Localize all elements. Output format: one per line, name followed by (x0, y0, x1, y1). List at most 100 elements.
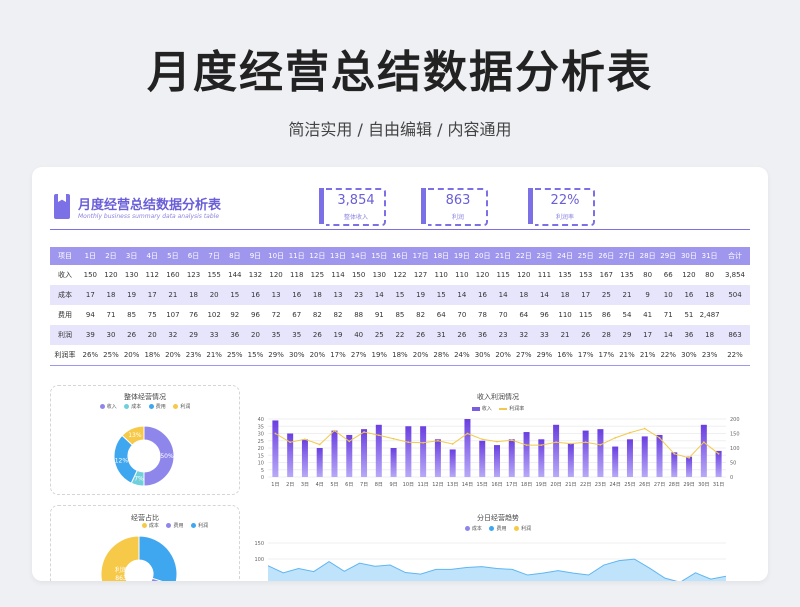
y2-tick-label: 0 (730, 475, 733, 481)
bar (464, 419, 471, 477)
income-combo-chart: 40353025201510502001501005001日 2日 3日 4日 5日 6日… (258, 417, 740, 488)
kpi-margin: 22% 利润率 (528, 188, 598, 226)
kpi-margin-value: 22% (550, 193, 580, 208)
table-cell: 18 (513, 285, 535, 305)
table-cell: 20% (307, 345, 328, 366)
table-cell: 30% (472, 345, 493, 366)
line-point (658, 436, 661, 439)
x-tick-label: 30日 (698, 482, 709, 488)
table-cell: 15 (430, 285, 452, 305)
column-header: 1日 (80, 247, 101, 265)
x-tick-label: 28日 (669, 482, 680, 488)
table-cell: 费用 (58, 311, 72, 319)
table-cell: 24% (451, 345, 473, 366)
column-header: 13日 (327, 247, 349, 265)
bar (405, 426, 412, 477)
bar (686, 456, 693, 477)
dashboard-card: 月度经营总结数据分析表 Monthly business summary dat… (32, 167, 768, 581)
line-point (569, 442, 572, 445)
daily-data-table: 项目 1日 2日 3日 4日 5日 6日 7日 8日 9日 10日 11日 12日 13日 14日 15日 16… (50, 247, 750, 366)
column-header: 29日 (657, 247, 679, 265)
income-panel: 收入利润情况 收入 利润率 40 35 30 25 20 15 10 5 0 200 150 100 5… (244, 385, 752, 497)
table-cell: 收入 (58, 271, 72, 279)
line-point (304, 438, 306, 441)
y2-tick-label: 100 (730, 446, 740, 452)
x-tick-label: 23日 (595, 482, 606, 488)
table-cell: 125 (310, 271, 325, 279)
bar (434, 439, 441, 477)
column-header: 25日 (575, 247, 597, 265)
table-cell: 15% (245, 345, 266, 366)
column-header: 21日 (492, 247, 514, 265)
table-cell: 22 (389, 325, 411, 345)
x-tick-label: 2日 (286, 482, 294, 488)
table-cell: 18 (699, 325, 720, 345)
bar (375, 424, 382, 477)
table-cell: 30 (100, 325, 122, 345)
brand-subtitle: Monthly business summary data analysis t… (78, 213, 220, 220)
table-cell: 13 (327, 285, 349, 305)
trend-area-chart: 150 100 (254, 541, 727, 581)
line-point (510, 439, 513, 442)
table-cell: 504 (720, 285, 750, 305)
column-header: 项目 (50, 247, 80, 265)
table-cell: 23% (183, 345, 204, 366)
table-cell: 17% (327, 345, 349, 366)
table-cell: 18% (389, 345, 411, 366)
table-cell: 20 (245, 325, 266, 345)
center-value: 863 (115, 575, 127, 581)
table-cell: 72 (271, 311, 281, 319)
table-cell: 17 (637, 325, 658, 345)
table-cell: 67 (292, 311, 302, 319)
kpi-income: 3,854 整体收入 (319, 188, 389, 226)
table-cell: 19 (121, 285, 142, 305)
table-cell: 17% (575, 345, 597, 366)
table-cell: 120 (475, 271, 490, 279)
table-cell: 3,854 (724, 271, 746, 279)
column-header: 11日 (286, 247, 308, 265)
line-point (289, 441, 292, 444)
header-divider (50, 229, 750, 230)
table-cell: 27% (348, 345, 369, 366)
bar (479, 440, 486, 477)
table-cell: 20% (410, 345, 431, 366)
line-point (437, 439, 439, 442)
column-header: 5日 (162, 247, 184, 265)
table-cell: 30% (678, 345, 700, 366)
table-cell: 23 (492, 325, 514, 345)
table-cell: 25% (100, 345, 122, 366)
table-cell: 80 (643, 271, 653, 279)
x-tick-label: 11日 (417, 482, 428, 488)
line-point (481, 438, 484, 441)
table-cell: 153 (579, 271, 593, 279)
table-cell: 107 (166, 311, 180, 319)
x-tick-label: 31日 (713, 482, 724, 488)
table-cell: 150 (351, 271, 366, 279)
y-tick-label: 30 (258, 432, 264, 438)
x-tick-label: 1日 (271, 482, 279, 488)
table-cell: 120 (682, 271, 696, 279)
line-point (466, 432, 469, 435)
table-cell: 75 (147, 311, 157, 319)
table-cell: 88 (354, 311, 364, 319)
page-title: 月度经营总结数据分析表 (147, 47, 653, 98)
table-cell: 64 (519, 311, 529, 319)
table-cell: 130 (372, 271, 386, 279)
line-point (584, 441, 587, 444)
x-tick-label: 14日 (462, 482, 473, 488)
y2-tick-label: 200 (730, 417, 740, 423)
table-cell: 112 (145, 271, 159, 279)
table-cell: 26 (451, 325, 473, 345)
x-tick-label: 21日 (565, 482, 576, 488)
table-cell: 123 (186, 271, 201, 279)
page-subtitle: 简洁实用 / 自由编辑 / 内容通用 (288, 120, 512, 139)
table-cell: 16 (245, 285, 266, 305)
line-point (673, 452, 676, 455)
x-tick-label: 5日 (330, 482, 338, 488)
table-cell: 21% (616, 345, 638, 366)
table-cell: 118 (290, 271, 304, 279)
bar (494, 445, 500, 477)
column-header: 4日 (141, 247, 163, 265)
y2-tick-label: 50 (730, 461, 736, 467)
line-point (629, 431, 631, 434)
